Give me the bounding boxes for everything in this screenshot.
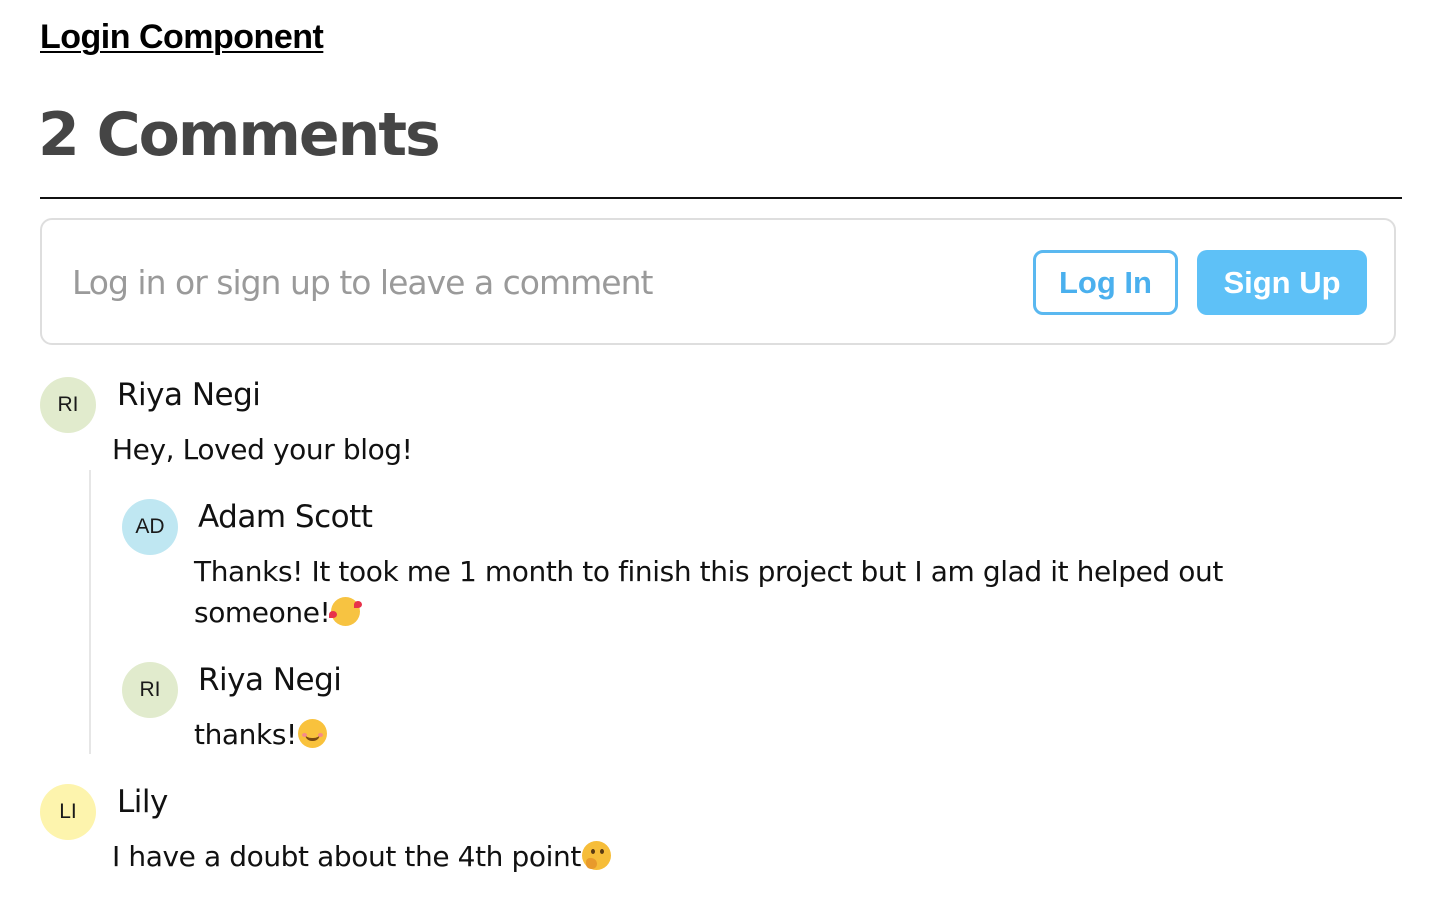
avatar: LI [40,784,96,840]
heading-divider [40,197,1402,199]
page: Login Component 2 Comments Log in or sig… [0,0,1442,914]
comments-count-heading: 2 Comments [38,100,441,170]
comment-text: I have a doubt about the 4th point [112,840,581,873]
reply-body: Thanks! It took me 1 month to finish thi… [194,551,1344,633]
avatar: AD [122,499,178,555]
sign-up-button[interactable]: Sign Up [1197,250,1367,315]
reply-author: Adam Scott [198,499,373,535]
comment-text: Hey, Loved your blog! [112,433,413,466]
thinking-face-icon [581,841,611,870]
comment-prompt-text: Log in or sign up to leave a comment [72,263,653,302]
reply-thread-line [89,470,91,754]
avatar: RI [40,377,96,433]
comment-prompt-box: Log in or sign up to leave a comment Log… [40,218,1396,345]
avatar: RI [122,662,178,718]
log-in-button[interactable]: Log In [1033,250,1178,315]
comment-body: I have a doubt about the 4th point [112,836,611,877]
smiling-face-with-hearts-icon [329,597,363,626]
comment-author: Lily [117,784,168,820]
login-component-link[interactable]: Login Component [40,18,324,57]
reply-body: thanks! [194,714,327,755]
reply-text: thanks! [194,718,297,751]
smiling-face-icon [297,719,327,748]
comment-author: Riya Negi [117,377,261,413]
reply-author: Riya Negi [198,662,342,698]
